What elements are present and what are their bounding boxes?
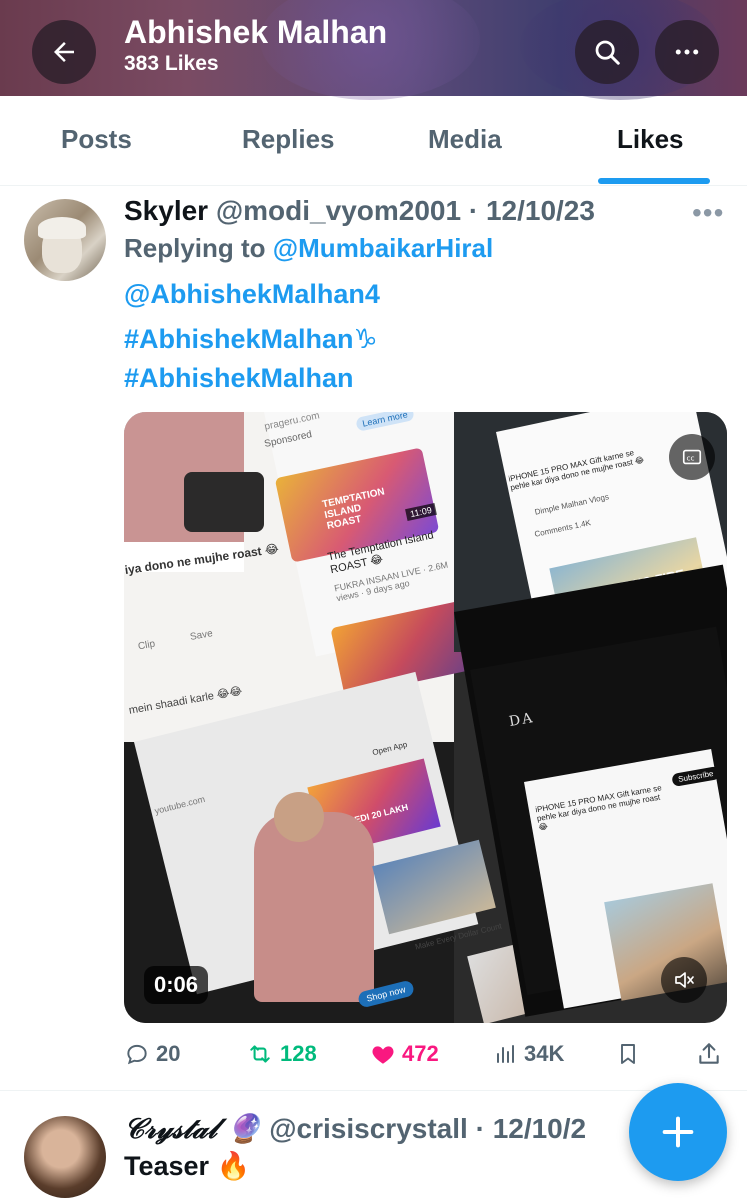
svg-text:cc: cc [687, 454, 695, 463]
mention-link[interactable]: @AbhishekMalhan4 [124, 279, 380, 310]
repost-button[interactable]: 128 [246, 1041, 317, 1067]
tweet-actions: 20 128 472 34K [124, 1041, 724, 1073]
reply-count: 20 [156, 1041, 181, 1066]
more-button[interactable] [655, 20, 719, 84]
share-icon [699, 1043, 719, 1064]
author-name[interactable]: Skyler [124, 195, 208, 226]
like-button[interactable]: 472 [370, 1041, 439, 1067]
reply-button[interactable]: 20 [124, 1041, 180, 1067]
likes-count: 383 Likes [124, 52, 219, 75]
bookmark-icon [621, 1044, 635, 1064]
mute-button[interactable] [661, 957, 707, 1003]
plus-icon [662, 1116, 694, 1148]
meta-separator: · [475, 1113, 485, 1144]
profile-tabs: Posts Replies Media Likes [0, 96, 747, 186]
ellipsis-icon [675, 49, 699, 55]
repost-icon [250, 1045, 270, 1063]
tweet-more-icon[interactable]: ••• [692, 197, 724, 229]
tab-active-indicator [598, 178, 710, 184]
author-handle[interactable]: @crisiscrystall [269, 1113, 468, 1144]
search-button[interactable] [575, 20, 639, 84]
arrow-left-icon [54, 42, 74, 62]
replying-prefix: Replying to [124, 233, 266, 263]
reply-icon [127, 1044, 147, 1065]
avatar[interactable] [24, 1116, 106, 1198]
tweet-meta: Skyler @modi_vyom2001 · 12/10/23 [124, 195, 595, 227]
view-count: 34K [524, 1041, 565, 1066]
tweet-meta: 𝒞𝓇𝓎𝓈𝓉𝒶𝓁 🔮 @crisiscrystall · 12/10/2 [124, 1112, 586, 1146]
tweet-date[interactable]: 12/10/23 [486, 195, 595, 226]
author-handle[interactable]: @modi_vyom2001 [216, 195, 461, 226]
compose-button[interactable] [629, 1083, 727, 1181]
author-name[interactable]: 𝒞𝓇𝓎𝓈𝓉𝒶𝓁 🔮 [124, 1112, 261, 1145]
search-icon [595, 40, 620, 65]
tweet-text: Teaser 🔥 [124, 1151, 251, 1181]
meta-separator: · [468, 195, 479, 226]
hashtag-link[interactable]: #AbhishekMalhan♑ [124, 324, 378, 355]
captions-button[interactable]: cc [669, 434, 715, 480]
like-count: 472 [402, 1041, 439, 1066]
views-button[interactable]: 34K [494, 1041, 564, 1067]
profile-header: Abhishek Malhan 383 Likes [0, 0, 747, 100]
avatar[interactable] [24, 199, 106, 281]
back-button[interactable] [32, 20, 96, 84]
replying-to-link[interactable]: @MumbaikarHiral [273, 233, 493, 263]
speaker-muted-icon [675, 972, 694, 988]
share-button[interactable] [696, 1041, 722, 1067]
tweet-date[interactable]: 12/10/2 [493, 1113, 586, 1144]
video-player[interactable]: iya dono ne mujhe roast 😂 Clip Save mein… [124, 412, 727, 1023]
tab-replies[interactable]: Replies [242, 124, 335, 155]
video-duration: 0:06 [144, 966, 209, 1004]
bookmark-button[interactable] [616, 1041, 640, 1067]
heart-filled-icon [372, 1046, 394, 1064]
profile-name: Abhishek Malhan [124, 14, 388, 50]
repost-count: 128 [280, 1041, 317, 1066]
tab-likes[interactable]: Likes [617, 124, 684, 155]
captions-icon: cc [682, 449, 702, 465]
views-chart-icon [497, 1045, 514, 1063]
tab-posts[interactable]: Posts [61, 124, 132, 155]
replying-to: Replying to @MumbaikarHiral [124, 233, 493, 264]
tab-media[interactable]: Media [428, 124, 502, 155]
tweet[interactable]: Skyler @modi_vyom2001 · 12/10/23 ••• Rep… [0, 187, 747, 1091]
hashtag-link[interactable]: #AbhishekMalhan [124, 363, 354, 394]
